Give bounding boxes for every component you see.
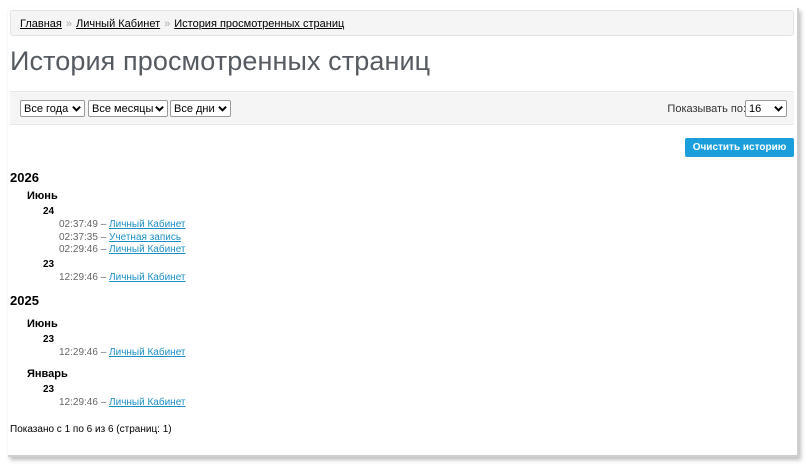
entry-link[interactable]: Личный Кабинет bbox=[109, 272, 185, 283]
history-day: 23 bbox=[43, 334, 55, 345]
results-count: Показано с 1 по 6 из 6 (страниц: 1) bbox=[10, 424, 172, 435]
history-entry: 02:29:46 – Личный Кабинет bbox=[59, 244, 710, 257]
history-day: 23 bbox=[43, 258, 55, 270]
history-month: Июнь bbox=[27, 318, 58, 330]
entry-time: 02:37:35 – bbox=[59, 231, 107, 243]
month-select-value: Все месяцы bbox=[92, 103, 154, 115]
breadcrumb: Главная» Личный Кабинет» История просмотре… bbox=[10, 10, 794, 36]
entry-link[interactable]: Личный Кабинет bbox=[109, 347, 185, 358]
history-day: 23 bbox=[43, 383, 55, 395]
month-select[interactable]: Все месяцы bbox=[88, 100, 168, 117]
clear-history-button[interactable]: Очистить историю bbox=[685, 138, 794, 157]
history-list: 2026 Июнь 24 02:37:49 – Личный Кабинет 0… bbox=[10, 168, 710, 409]
history-month: Июнь bbox=[27, 190, 58, 202]
page-frame: Главная» Личный Кабинет» История просмотре… bbox=[8, 8, 799, 457]
chevron-down-icon bbox=[155, 105, 164, 112]
history-entry: 12:29:46 – Личный Кабинет bbox=[59, 272, 710, 285]
filter-bar: Все года Все месяцы Все дни Показывать п… bbox=[10, 91, 794, 125]
entry-link[interactable]: Личный Кабинет bbox=[109, 397, 185, 408]
breadcrumb-separator: » bbox=[164, 18, 171, 30]
per-page-label: Показывать по: bbox=[667, 103, 746, 115]
chevron-down-icon bbox=[774, 105, 783, 112]
chevron-down-icon bbox=[218, 105, 227, 112]
per-page-select-value: 16 bbox=[749, 103, 762, 115]
history-day: 24 bbox=[43, 206, 55, 217]
per-page-select[interactable]: 16 bbox=[745, 100, 787, 117]
entry-link[interactable]: Учетная запись bbox=[109, 232, 181, 243]
page-title: История просмотренных страниц bbox=[10, 46, 431, 76]
history-year: 2025 bbox=[10, 293, 39, 308]
entry-link[interactable]: Личный Кабинет bbox=[109, 219, 185, 230]
entry-time: 12:29:46 – bbox=[59, 396, 107, 408]
breadcrumb-separator: » bbox=[65, 18, 72, 30]
entry-time: 12:29:46 – bbox=[59, 347, 107, 358]
entry-time: 12:29:46 – bbox=[59, 271, 107, 283]
year-select-value: Все года bbox=[24, 103, 69, 115]
year-select[interactable]: Все года bbox=[20, 100, 85, 117]
history-month: Январь bbox=[27, 367, 68, 380]
history-entry: 12:29:46 – Личный Кабинет bbox=[59, 397, 710, 410]
entry-time: 02:37:49 – bbox=[59, 219, 107, 230]
day-select[interactable]: Все дни bbox=[170, 100, 231, 117]
entry-time: 02:29:46 – bbox=[59, 244, 107, 255]
day-select-value: Все дни bbox=[174, 103, 215, 115]
entry-link[interactable]: Личный Кабинет bbox=[109, 244, 185, 255]
breadcrumb-home-link[interactable]: Главная bbox=[20, 18, 62, 30]
breadcrumb-account-link[interactable]: Личный Кабинет bbox=[76, 18, 160, 30]
chevron-down-icon bbox=[72, 105, 81, 112]
breadcrumb-history-link[interactable]: История просмотренных страниц bbox=[174, 18, 344, 30]
history-entry: 12:29:46 – Личный Кабинет bbox=[59, 347, 710, 360]
history-entry: 02:37:49 – Личный Кабинет bbox=[59, 219, 710, 232]
history-year: 2026 bbox=[10, 170, 39, 185]
history-entry: 02:37:35 – Учетная запись bbox=[59, 232, 710, 245]
